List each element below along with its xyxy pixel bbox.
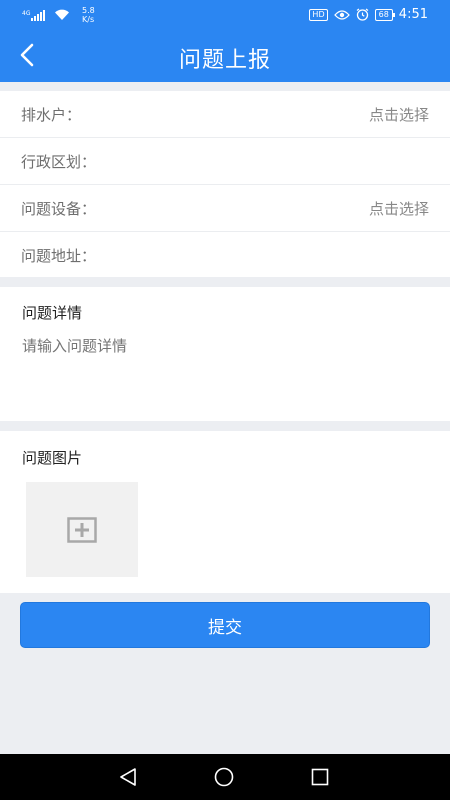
- status-bar: 4G 5.8 K/s HD 68 4:51: [0, 0, 450, 32]
- device-field[interactable]: 问题设备： 点击选择: [0, 185, 450, 232]
- discharger-field[interactable]: 排水户： 点击选择: [0, 91, 450, 138]
- detail-title: 问题详情: [22, 304, 83, 322]
- page-title: 问题上报: [178, 48, 271, 73]
- field-label: 排水户：: [21, 105, 82, 124]
- battery-indicator: 68: [374, 8, 396, 21]
- district-field[interactable]: 行政区划：: [0, 138, 450, 185]
- report-form: 排水户： 点击选择 行政区划： 问题设备： 点击选择 问题地址：: [0, 91, 450, 277]
- network-type-label: 4G: [22, 10, 31, 17]
- field-label: 行政区划：: [21, 152, 97, 171]
- hd-badge: HD: [309, 8, 328, 21]
- address-field[interactable]: 问题地址：: [0, 232, 450, 279]
- photo-section: 问题图片: [0, 431, 450, 593]
- add-photo-button[interactable]: [26, 482, 138, 577]
- nav-back-button[interactable]: [117, 766, 141, 788]
- alarm-icon: [356, 8, 368, 21]
- photo-title: 问题图片: [22, 449, 83, 467]
- circle-home-icon: [214, 767, 234, 787]
- net-speed: 5.8 K/s: [82, 6, 95, 24]
- detail-input[interactable]: [22, 337, 428, 355]
- cellular-signal-icon: 4G: [22, 10, 45, 21]
- clock: 4:51: [398, 7, 428, 22]
- add-photo-icon: [67, 516, 97, 543]
- triangle-back-icon: [120, 768, 136, 786]
- net-speed-unit: K/s: [82, 15, 95, 24]
- field-value[interactable]: 点击选择: [369, 104, 429, 125]
- status-left: 4G 5.8 K/s: [22, 6, 95, 24]
- field-label: 问题设备：: [21, 199, 97, 218]
- field-label: 问题地址：: [21, 247, 97, 265]
- submit-button[interactable]: 提交: [20, 602, 430, 648]
- wifi-icon: [55, 9, 69, 20]
- header-bar: 4G 5.8 K/s HD 68 4:51 问题上报: [0, 0, 450, 82]
- nav-recents-button[interactable]: [309, 766, 333, 788]
- field-value[interactable]: 点击选择: [369, 198, 429, 219]
- nav-home-button[interactable]: [213, 766, 237, 788]
- net-speed-value: 5.8: [82, 6, 95, 15]
- status-right: HD 68 4:51: [309, 7, 428, 22]
- system-navbar: [0, 754, 450, 800]
- detail-section: 问题详情: [0, 287, 450, 421]
- eye-icon: [333, 9, 350, 20]
- square-recents-icon: [311, 768, 329, 786]
